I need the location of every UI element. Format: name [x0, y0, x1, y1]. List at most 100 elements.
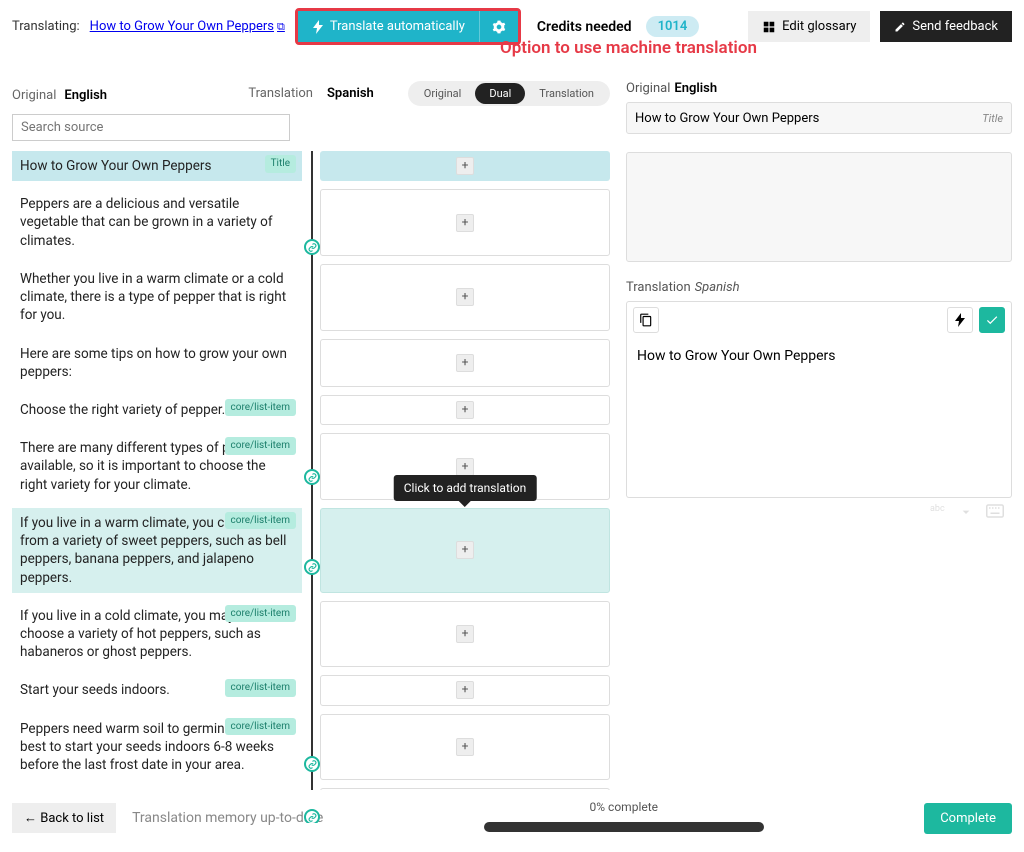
send-feedback-button[interactable]: Send feedback — [880, 11, 1012, 42]
detail-original-box: How to Grow Your Own Peppers Title — [626, 102, 1012, 134]
progress-bar — [484, 822, 764, 832]
segment-target[interactable]: + — [320, 151, 610, 181]
segment-target[interactable]: + — [320, 601, 610, 668]
translation-input-text: How to Grow Your Own Peppers — [637, 348, 836, 364]
translation-column-label: Translation — [248, 86, 313, 101]
add-translation-button[interactable]: + — [456, 681, 474, 699]
keyboard-icon — [986, 504, 1006, 524]
translating-label: Translating: — [12, 19, 80, 34]
segment-target[interactable]: +Click to add translation — [320, 508, 610, 593]
translation-memory-status: Translation memory up-to-date — [132, 810, 323, 826]
segment-source[interactable]: Peppers are a delicious and versatile ve… — [12, 189, 302, 256]
add-translation-button[interactable]: + — [456, 214, 474, 232]
machine-translate-button[interactable] — [947, 307, 973, 333]
segment-tag: core/list-item — [225, 437, 297, 455]
translation-column-lang: Spanish — [327, 86, 374, 101]
back-to-list-button[interactable]: ← Back to list — [12, 803, 116, 833]
segment-target[interactable]: + — [320, 339, 610, 387]
detail-translation-label: Translation — [626, 280, 691, 295]
detail-original-label: Original — [626, 81, 670, 96]
detail-original-lang: English — [674, 81, 717, 96]
glossary-icon — [762, 20, 776, 34]
add-translation-button[interactable]: + — [456, 288, 474, 306]
translating-title-link[interactable]: How to Grow Your Own Peppers⧉ — [90, 19, 285, 34]
segment-target[interactable]: + — [320, 189, 610, 256]
complete-button[interactable]: Complete — [924, 803, 1012, 834]
copy-icon — [639, 313, 653, 327]
edit-glossary-button[interactable]: Edit glossary — [748, 11, 870, 42]
add-translation-tooltip: Click to add translation — [394, 475, 537, 501]
segment-source-text: Peppers are a delicious and versatile ve… — [20, 196, 273, 248]
segment-source[interactable]: Choose the right variety of pepper.core/… — [12, 395, 302, 425]
segment-source[interactable]: How to Grow Your Own Peppers Title — [12, 151, 302, 181]
send-feedback-label: Send feedback — [912, 19, 998, 34]
segment-source[interactable]: If you live in a cold climate, you may w… — [12, 601, 302, 668]
segment-target[interactable]: + — [320, 675, 610, 705]
progress-label: 0% complete — [339, 800, 908, 814]
segment-source[interactable]: There are many different types of pepper… — [12, 433, 302, 500]
segment-source[interactable]: Start your seeds indoors. core/list-item — [12, 675, 302, 705]
search-source-input[interactable] — [12, 114, 290, 141]
segment-tag: core/list-item — [225, 605, 297, 623]
detail-original-context — [626, 152, 1012, 262]
external-link-icon: ⧉ — [277, 20, 285, 33]
translation-input[interactable]: How to Grow Your Own Peppers — [626, 338, 1012, 498]
auto-translate-highlight: Translate automatically — [295, 8, 521, 45]
add-translation-button[interactable]: + — [456, 157, 474, 175]
pencil-icon — [894, 21, 906, 33]
translating-title-text: How to Grow Your Own Peppers — [90, 19, 274, 34]
detail-original-text: How to Grow Your Own Peppers — [635, 111, 819, 126]
segment-target[interactable]: + — [320, 264, 610, 331]
segment-tag: Title — [265, 155, 296, 173]
link-icon — [304, 756, 320, 772]
view-dual-button[interactable]: Dual — [475, 83, 525, 104]
segment-source-text: Start your seeds indoors. — [20, 682, 170, 698]
chevron-down-icon — [958, 504, 978, 524]
segment-source[interactable]: Here are some tips on how to grow your o… — [12, 339, 302, 387]
segment-target[interactable]: + — [320, 395, 610, 425]
add-translation-button[interactable]: + — [456, 625, 474, 643]
segment-list: How to Grow Your Own Peppers Title + Pepper… — [12, 151, 610, 823]
translation-footer-icons: abc — [626, 498, 1012, 530]
segment-source[interactable]: If you live in a warm climate, you can c… — [12, 508, 302, 593]
segment-source-text: How to Grow Your Own Peppers — [20, 158, 211, 174]
link-icon — [304, 809, 320, 823]
link-icon — [304, 469, 320, 485]
copy-source-button[interactable] — [633, 307, 659, 333]
segment-tag: core/list-item — [225, 718, 297, 736]
bolt-icon — [954, 313, 966, 327]
segment-source[interactable]: Whether you live in a warm climate or a … — [12, 264, 302, 331]
translation-toolbar — [626, 301, 1012, 338]
check-icon — [985, 313, 999, 327]
view-translation-button[interactable]: Translation — [525, 83, 608, 104]
translate-automatically-label: Translate automatically — [330, 19, 465, 34]
edit-glossary-label: Edit glossary — [782, 19, 856, 34]
original-column-lang: English — [64, 88, 107, 103]
segment-tag: core/list-item — [225, 512, 297, 530]
confirm-translation-button[interactable] — [979, 307, 1005, 333]
segment-tag: core/list-item — [225, 679, 297, 697]
view-toggle: Original Dual Translation — [408, 81, 610, 106]
add-translation-button[interactable]: + — [456, 541, 474, 559]
view-original-button[interactable]: Original — [410, 83, 476, 104]
segment-source[interactable]: Peppers need warm soil to germinate, so … — [12, 714, 302, 781]
add-translation-button[interactable]: + — [456, 738, 474, 756]
link-icon — [304, 239, 320, 255]
credits-needed-value: 1014 — [646, 16, 700, 37]
link-icon — [304, 559, 320, 575]
add-translation-button[interactable]: + — [456, 458, 474, 476]
segment-source-text: Choose the right variety of pepper. — [20, 402, 225, 418]
segment-source-text: Here are some tips on how to grow your o… — [20, 346, 287, 380]
gear-icon — [492, 20, 506, 34]
detail-original-tag: Title — [982, 112, 1003, 125]
segment-tag: core/list-item — [225, 399, 297, 417]
segment-target[interactable]: + — [320, 714, 610, 781]
segment-source-text: Whether you live in a warm climate or a … — [20, 271, 286, 323]
detail-translation-lang: Spanish — [695, 280, 740, 295]
add-translation-button[interactable]: + — [456, 354, 474, 372]
abc-icon: abc — [930, 504, 950, 524]
add-translation-button[interactable]: + — [456, 401, 474, 419]
annotation-text: Option to use machine translation — [500, 38, 757, 58]
original-column-label: Original — [12, 88, 56, 103]
translate-automatically-button[interactable]: Translate automatically — [298, 11, 479, 42]
